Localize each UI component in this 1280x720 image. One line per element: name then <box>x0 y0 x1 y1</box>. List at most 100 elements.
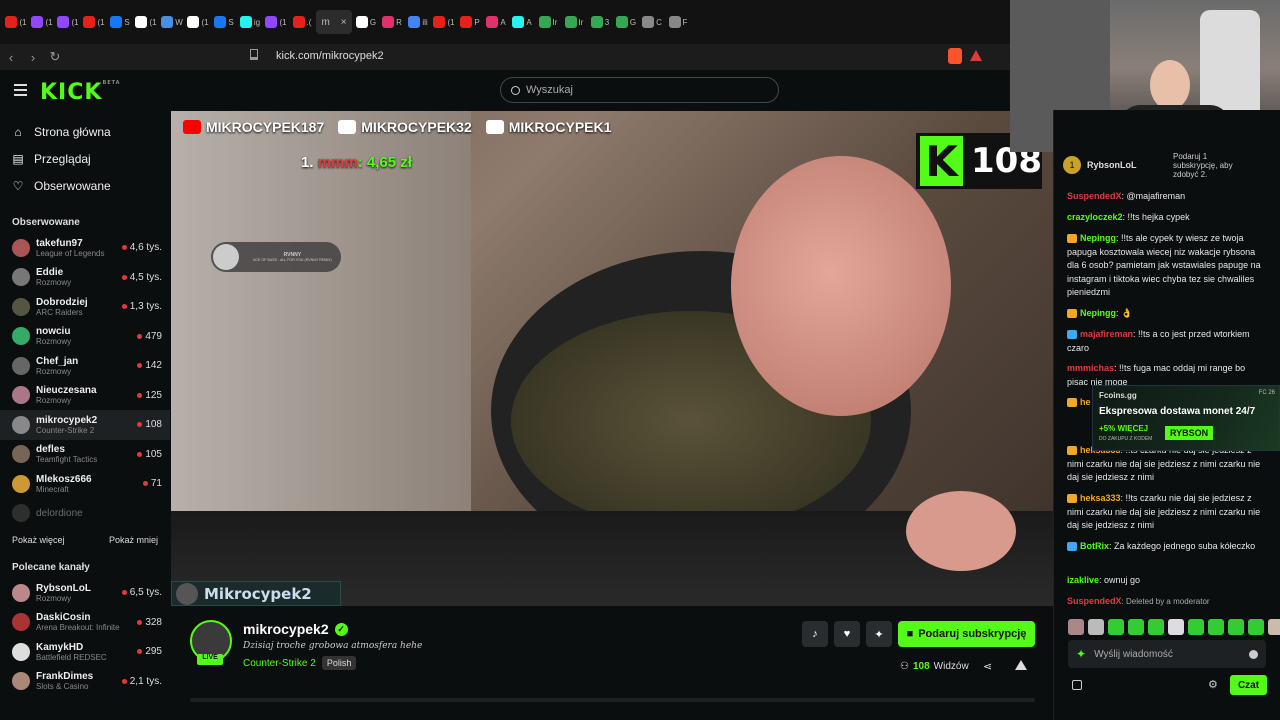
browser-tab[interactable]: (1 <box>432 10 456 34</box>
url-field[interactable]: kick.com/mikrocypek2 <box>276 50 384 62</box>
emote-icon[interactable] <box>1088 619 1104 635</box>
show-more-button[interactable]: Pokaż więcej <box>12 535 65 545</box>
browser-tab[interactable]: ili <box>406 10 430 34</box>
browser-tab[interactable]: Ir <box>536 10 560 34</box>
language-tag[interactable]: Polish <box>321 656 357 670</box>
channel-item[interactable]: defles Teamfight Tactics 105 <box>0 440 170 470</box>
video-player[interactable]: MIKROCYPEK187 MIKROCYPEK32 MIKROCYPEK1 1. … <box>171 111 1053 606</box>
emote-icon[interactable] <box>1228 619 1244 635</box>
browser-tab[interactable]: (1 <box>186 10 210 34</box>
offline-channel[interactable]: delordione <box>0 499 170 529</box>
channel-item[interactable]: takefun97 League of Legends 4,6 tys. <box>0 233 170 263</box>
emoji-icon[interactable] <box>1249 649 1258 659</box>
browser-tab[interactable]: Ir <box>562 10 586 34</box>
close-icon[interactable]: × <box>341 17 347 28</box>
emote-icon[interactable] <box>1168 619 1184 635</box>
browser-tab[interactable]: 3 <box>588 10 612 34</box>
notification-bell-button[interactable]: ♪ <box>802 621 828 647</box>
forward-button[interactable]: › <box>22 50 44 65</box>
category-link[interactable]: Counter-Strike 2 <box>243 658 316 669</box>
emote-icon[interactable] <box>1128 619 1144 635</box>
emote-icon[interactable] <box>1208 619 1224 635</box>
share-button[interactable]: ⋖ <box>983 660 992 673</box>
browser-tab[interactable]: (1 <box>134 10 158 34</box>
browser-tab[interactable]: G <box>614 10 638 34</box>
browser-tab[interactable]: G <box>354 10 378 34</box>
browser-tab[interactable]: .( <box>290 10 314 34</box>
browser-tab[interactable]: (1 <box>30 10 54 34</box>
chat-username[interactable]: he <box>1080 397 1091 407</box>
channel-item[interactable]: mikrocypek2 Counter-Strike 2 108 <box>0 410 170 440</box>
browser-tab[interactable]: W <box>160 10 184 34</box>
emote-icon[interactable] <box>1268 619 1280 635</box>
emote-icon[interactable] <box>1108 619 1124 635</box>
browser-tab[interactable]: A <box>510 10 534 34</box>
nav-item[interactable]: ♡ Obserwowane <box>0 172 170 199</box>
gift-subscription-button[interactable]: ■ Podaruj subskrypcję <box>898 621 1035 647</box>
menu-icon[interactable] <box>14 84 27 96</box>
tab-active[interactable]: m × <box>316 10 352 34</box>
emote-icon[interactable] <box>1068 619 1084 635</box>
kick-logo[interactable]: KICKBETA <box>40 80 121 105</box>
chat-username[interactable]: heksa333 <box>1080 493 1121 503</box>
brave-rewards-icon[interactable] <box>970 50 982 61</box>
show-less-button[interactable]: Pokaż mniej <box>109 535 158 545</box>
chat-username[interactable]: Nepingg <box>1080 233 1116 243</box>
bookmark-icon[interactable] <box>250 49 258 60</box>
browser-tab[interactable]: (1 <box>4 10 28 34</box>
chat-username[interactable]: crazyloczek2 <box>1067 212 1123 222</box>
emote-icon[interactable] <box>1188 619 1204 635</box>
pinned-gift-banner[interactable]: 1 RybsonLoL Podaruj 1 subskrypcję, aby z… <box>1063 150 1273 180</box>
channel-item[interactable]: Dobrodziej ARC Raiders 1,3 tys. <box>0 292 170 322</box>
browser-tab[interactable]: ig <box>238 10 262 34</box>
channel-item[interactable]: Mlekosz666 Minecraft 71 <box>0 469 170 499</box>
report-icon[interactable] <box>1015 660 1027 670</box>
brave-shield-icon[interactable] <box>948 48 962 64</box>
channel-item[interactable]: FrankDimes Slots & Casino 2,1 tys. <box>0 667 170 697</box>
browser-tab[interactable]: (1 <box>56 10 80 34</box>
chat-username[interactable]: SuspendedX <box>1067 191 1122 201</box>
nav-item[interactable]: ⌂ Strona główna <box>0 118 170 145</box>
emote-icon[interactable] <box>1148 619 1164 635</box>
channel-item[interactable]: nowciu Rozmowy 479 <box>0 322 170 352</box>
settings-icon[interactable]: ⚙ <box>1208 678 1218 691</box>
nav-item[interactable]: ▤ Przeglądaj <box>0 145 170 172</box>
channel-item[interactable]: KamykHD Battlefield REDSEC 295 <box>0 637 170 667</box>
ad-banner[interactable]: Fcoins.gg FC 26 Ekspresowa dostawa monet… <box>1092 385 1280 451</box>
browser-tab[interactable]: R <box>380 10 404 34</box>
emote-icon[interactable] <box>1248 619 1264 635</box>
chat-username[interactable]: majafireman <box>1080 329 1133 339</box>
chat-username[interactable]: mmmichas <box>1067 363 1114 373</box>
browser-tab[interactable]: F <box>666 10 690 34</box>
channel-item[interactable]: DaskiCosin Arena Breakout: Infinite 328 <box>0 608 170 638</box>
chat-username[interactable]: Nepingg <box>1080 308 1116 318</box>
reload-button[interactable]: ↻ <box>44 49 66 65</box>
follow-button[interactable]: ♥ <box>834 621 860 647</box>
browser-tab[interactable]: S <box>108 10 132 34</box>
chat-username[interactable]: SuspendedX <box>1067 596 1122 606</box>
channel-item[interactable]: Nieuczesana Rozmowy 125 <box>0 381 170 411</box>
send-chat-button[interactable]: Czat <box>1230 675 1267 695</box>
browser-tab[interactable]: A <box>484 10 508 34</box>
chat-input[interactable]: ✦ Wyślij wiadomość <box>1068 640 1266 668</box>
browser-tab[interactable]: (1 <box>264 10 288 34</box>
scrollbar[interactable] <box>190 698 1035 702</box>
chat-username[interactable]: BotRix <box>1080 541 1109 551</box>
youtube-icon <box>183 120 201 134</box>
browser-tab[interactable]: (1 <box>82 10 106 34</box>
browser-tab[interactable]: C <box>640 10 664 34</box>
clip-button[interactable]: ✦ <box>866 621 892 647</box>
live-dot-icon <box>121 590 127 596</box>
chat-username[interactable]: izaklive <box>1067 575 1099 585</box>
browser-tab[interactable]: S <box>212 10 236 34</box>
store-icon[interactable] <box>1072 680 1082 690</box>
channel-item[interactable]: Chef_jan Rozmowy 142 <box>0 351 170 381</box>
search-input[interactable]: Wyszukaj <box>500 77 779 103</box>
channel-item[interactable]: RybsonLoL Rozmowy 6,5 tys. <box>0 578 170 608</box>
favicon-icon <box>214 16 227 28</box>
sparkle-icon[interactable]: ✦ <box>1076 647 1086 661</box>
streamer-name[interactable]: mikrocypek2 ✓ <box>243 621 348 637</box>
browser-tab[interactable]: P <box>458 10 482 34</box>
back-button[interactable]: ‹ <box>0 50 22 65</box>
channel-item[interactable]: Eddie Rozmowy 4,5 tys. <box>0 263 170 293</box>
